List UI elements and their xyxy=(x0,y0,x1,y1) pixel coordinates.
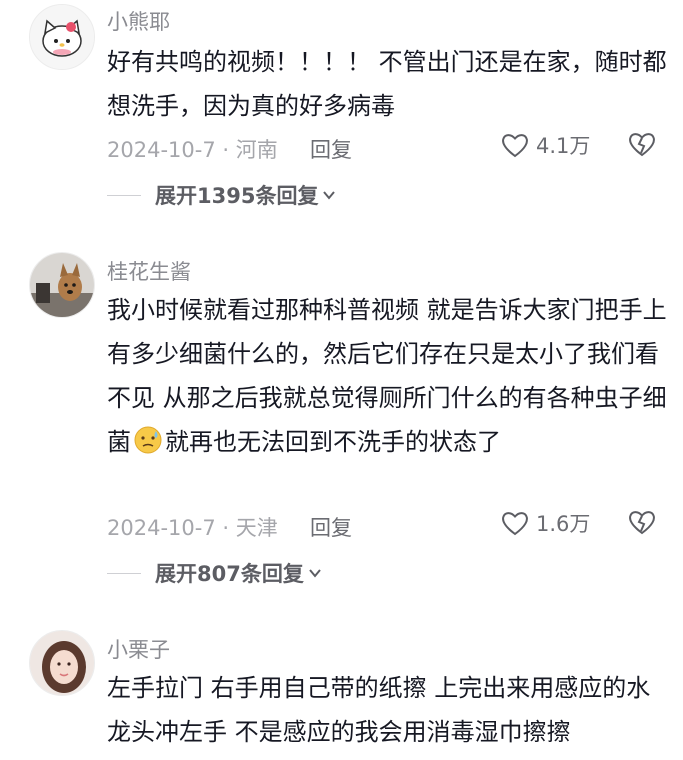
dislike-button[interactable] xyxy=(627,508,657,541)
heart-icon xyxy=(502,134,528,158)
dislike-button[interactable] xyxy=(627,130,657,163)
date-location: 2024-10-7 · 天津 xyxy=(107,516,278,540)
divider-line xyxy=(107,573,141,574)
like-count: 4.1万 xyxy=(536,134,591,158)
chevron-down-icon xyxy=(308,566,322,580)
expand-replies-label: 展开1395条回复 xyxy=(155,184,319,208)
username[interactable]: 桂花生酱 xyxy=(107,256,191,286)
sweat-face-emoji-icon xyxy=(134,426,162,454)
expand-replies-label: 展开807条回复 xyxy=(155,562,304,586)
divider-line xyxy=(107,195,141,196)
avatar[interactable] xyxy=(29,4,95,70)
expand-replies[interactable]: 展开807条回复 xyxy=(107,558,322,588)
expand-replies[interactable]: 展开1395条回复 xyxy=(107,180,336,210)
avatar[interactable] xyxy=(29,252,95,318)
chevron-down-icon xyxy=(322,188,336,202)
broken-heart-icon xyxy=(629,133,655,157)
heart-icon xyxy=(502,512,528,536)
date-location: 2024-10-7 · 河南 xyxy=(107,138,278,162)
hello-kitty-avatar-icon xyxy=(30,5,94,69)
dog-photo-avatar-icon xyxy=(30,253,94,317)
like-count: 1.6万 xyxy=(536,512,591,536)
comment-text: 左手拉门 右手用自己带的纸擦 上完出来用感应的水龙头冲左手 不是感应的我会用消毒… xyxy=(107,674,651,746)
comment-text: 我小时候就看过那种科普视频 就是告诉大家门把手上有多少细菌什么的，然后它们存在只… xyxy=(107,288,667,464)
like-button[interactable]: 4.1万 xyxy=(500,130,590,160)
avatar[interactable] xyxy=(29,630,95,696)
girl-photo-avatar-icon xyxy=(30,631,94,695)
comment-meta: 2024-10-7 · 天津 回复 1.6万 xyxy=(107,508,663,542)
comment-text: 好有共鸣的视频！！！！ 不管出门还是在家，随时都想洗手，因为真的好多病毒 xyxy=(107,48,667,120)
username[interactable]: 小栗子 xyxy=(107,634,170,664)
reply-button[interactable]: 回复 xyxy=(310,512,352,542)
like-button[interactable]: 1.6万 xyxy=(500,508,590,538)
reply-button[interactable]: 回复 xyxy=(310,134,352,164)
broken-heart-icon xyxy=(629,511,655,535)
username[interactable]: 小熊耶 xyxy=(107,6,170,36)
comment-text-part: 就再也无法回到不洗手的状态了 xyxy=(165,428,501,456)
comment-meta: 2024-10-7 · 河南 回复 4.1万 xyxy=(107,130,663,164)
